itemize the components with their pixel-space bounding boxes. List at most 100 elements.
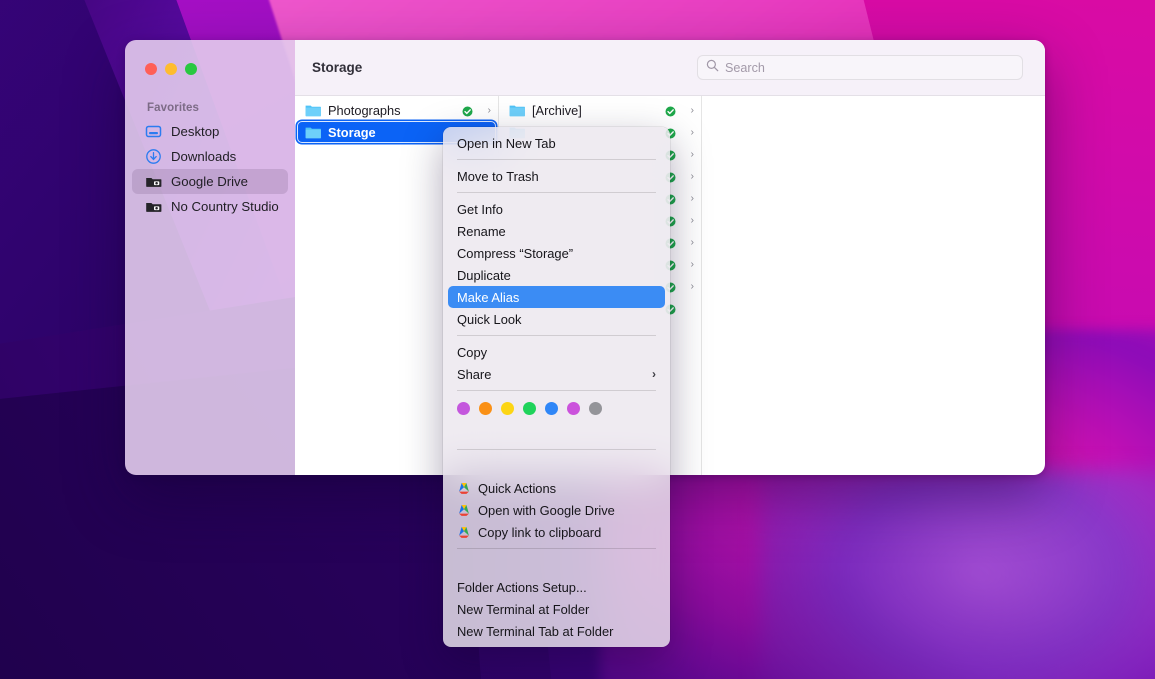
folder-icon	[509, 103, 525, 117]
google-drive-icon	[457, 504, 471, 517]
chevron-right-icon[interactable]: ›	[482, 104, 491, 116]
menu-item-label: Quick Actions	[478, 481, 556, 496]
toolbar: Storage	[295, 40, 1045, 96]
chevron-right-icon[interactable]: ›	[685, 280, 694, 292]
chevron-right-icon[interactable]: ›	[685, 104, 694, 116]
minimize-window-button[interactable]	[165, 63, 177, 75]
menu-item-new-terminal-at-folder[interactable]: Folder Actions Setup...	[448, 576, 665, 598]
tag-dot-blue[interactable]	[545, 402, 558, 415]
tag-dot-green[interactable]	[523, 402, 536, 415]
menu-item-label: Duplicate	[457, 268, 511, 283]
menu-item-send-selected-files-to-start[interactable]: New Terminal Tab at Folder	[448, 620, 665, 642]
menu-item-label: Rename	[457, 224, 506, 239]
network-folder-icon	[145, 173, 162, 190]
menu-item-compress[interactable]: Compress “Storage”	[448, 242, 665, 264]
chevron-right-icon[interactable]: ›	[685, 170, 694, 182]
chevron-right-icon[interactable]: ›	[685, 258, 694, 270]
menu-item-copy-link-to-clipboard[interactable]: Open with Google Drive	[448, 499, 665, 521]
menu-item-label: Get Info	[457, 202, 503, 217]
menu-item-label: Share	[457, 367, 491, 382]
menu-separator	[457, 159, 656, 160]
menu-item-move-to-trash[interactable]: Move to Trash	[448, 165, 665, 187]
menu-item-quick-actions[interactable]	[448, 455, 665, 477]
sidebar-item-google-drive[interactable]: Google Drive	[132, 169, 288, 194]
sidebar-item-label: Google Drive	[171, 174, 248, 189]
list-item[interactable]: Photographs ›	[297, 99, 496, 121]
column-three-preview	[702, 96, 1045, 475]
download-circle-icon	[145, 148, 162, 165]
sidebar-item-label: No Country Studio	[171, 199, 279, 214]
tag-dot-orange[interactable]	[479, 402, 492, 415]
sync-status-icon	[665, 105, 676, 116]
desktop-icon	[145, 123, 162, 140]
list-item[interactable]: [Archive] ›	[501, 99, 699, 121]
menu-item-label: Copy link to clipboard	[478, 525, 601, 540]
search-icon	[706, 59, 719, 77]
menu-item-open-with-google-drive[interactable]: Quick Actions	[448, 477, 665, 499]
menu-item-label: Folder Actions Setup...	[457, 580, 587, 595]
menu-item-rename[interactable]: Rename	[448, 220, 665, 242]
menu-separator	[457, 192, 656, 193]
menu-item-share-with-google-drive[interactable]: Copy link to clipboard	[448, 521, 665, 543]
page-title: Storage	[312, 60, 362, 75]
menu-separator	[457, 335, 656, 336]
folder-icon	[305, 125, 321, 139]
sidebar: Favorites Desktop Downloads	[125, 40, 295, 475]
close-window-button[interactable]	[145, 63, 157, 75]
sidebar-item-downloads[interactable]: Downloads	[132, 144, 288, 169]
menu-item-quick-look[interactable]: Quick Look	[448, 308, 665, 330]
menu-item-make-alias[interactable]: Make Alias	[448, 286, 665, 308]
list-item-label: [Archive]	[532, 103, 658, 118]
sidebar-item-desktop[interactable]: Desktop	[132, 119, 288, 144]
menu-item-label: Quick Look	[457, 312, 522, 327]
maximize-window-button[interactable]	[185, 63, 197, 75]
menu-item-label: New Terminal Tab at Folder	[457, 624, 613, 639]
chevron-right-icon[interactable]: ›	[685, 192, 694, 204]
chevron-right-icon[interactable]: ›	[685, 214, 694, 226]
chevron-right-icon[interactable]: ›	[685, 148, 694, 160]
menu-item-label: Move to Trash	[457, 169, 539, 184]
folder-icon	[305, 103, 321, 117]
search-input[interactable]	[725, 61, 1014, 75]
menu-separator	[457, 390, 656, 391]
menu-item-share[interactable]: Share ›	[448, 363, 665, 385]
chevron-right-icon[interactable]: ›	[685, 126, 694, 138]
desktop-wallpaper: Favorites Desktop Downloads	[0, 0, 1155, 679]
tag-dot-magenta[interactable]	[567, 402, 580, 415]
tag-dot-gray[interactable]	[589, 402, 602, 415]
menu-separator	[457, 449, 656, 450]
tag-dot-purple[interactable]	[457, 402, 470, 415]
tag-dot-yellow[interactable]	[501, 402, 514, 415]
menu-item-label: Copy	[457, 345, 487, 360]
search-field[interactable]	[697, 55, 1023, 80]
chevron-right-icon: ›	[652, 367, 656, 381]
context-menu: Open in New Tab Move to Trash Get Info R…	[443, 127, 670, 647]
network-folder-icon	[145, 198, 162, 215]
sidebar-section-favorites: Favorites	[125, 80, 295, 119]
menu-item-open-in-new-tab[interactable]: Open in New Tab	[448, 132, 665, 154]
google-drive-icon	[457, 482, 471, 495]
menu-item-copy[interactable]: Copy	[448, 341, 665, 363]
traffic-lights	[125, 52, 295, 80]
google-drive-icon	[457, 526, 471, 539]
menu-item-tags[interactable]	[448, 422, 665, 444]
sync-status-icon	[462, 105, 473, 116]
menu-item-label: Make Alias	[457, 290, 519, 305]
menu-item-label: Open with Google Drive	[478, 503, 615, 518]
column-browser: Photographs ›	[295, 96, 1045, 475]
list-item-label: Photographs	[328, 103, 455, 118]
menu-item-label: New Terminal at Folder	[457, 602, 589, 617]
sidebar-item-label: Downloads	[171, 149, 236, 164]
tag-color-row	[443, 396, 670, 422]
menu-separator	[457, 548, 656, 549]
menu-item-label: Compress “Storage”	[457, 246, 573, 261]
window-content: Storage	[295, 40, 1045, 475]
sidebar-item-no-country-studio[interactable]: No Country Studio	[132, 194, 288, 219]
sidebar-item-label: Desktop	[171, 124, 219, 139]
menu-item-label: Open in New Tab	[457, 136, 556, 151]
menu-item-folder-actions-setup[interactable]	[448, 554, 665, 576]
menu-item-get-info[interactable]: Get Info	[448, 198, 665, 220]
menu-item-new-terminal-tab-at-folder[interactable]: New Terminal at Folder	[448, 598, 665, 620]
menu-item-duplicate[interactable]: Duplicate	[448, 264, 665, 286]
chevron-right-icon[interactable]: ›	[685, 236, 694, 248]
